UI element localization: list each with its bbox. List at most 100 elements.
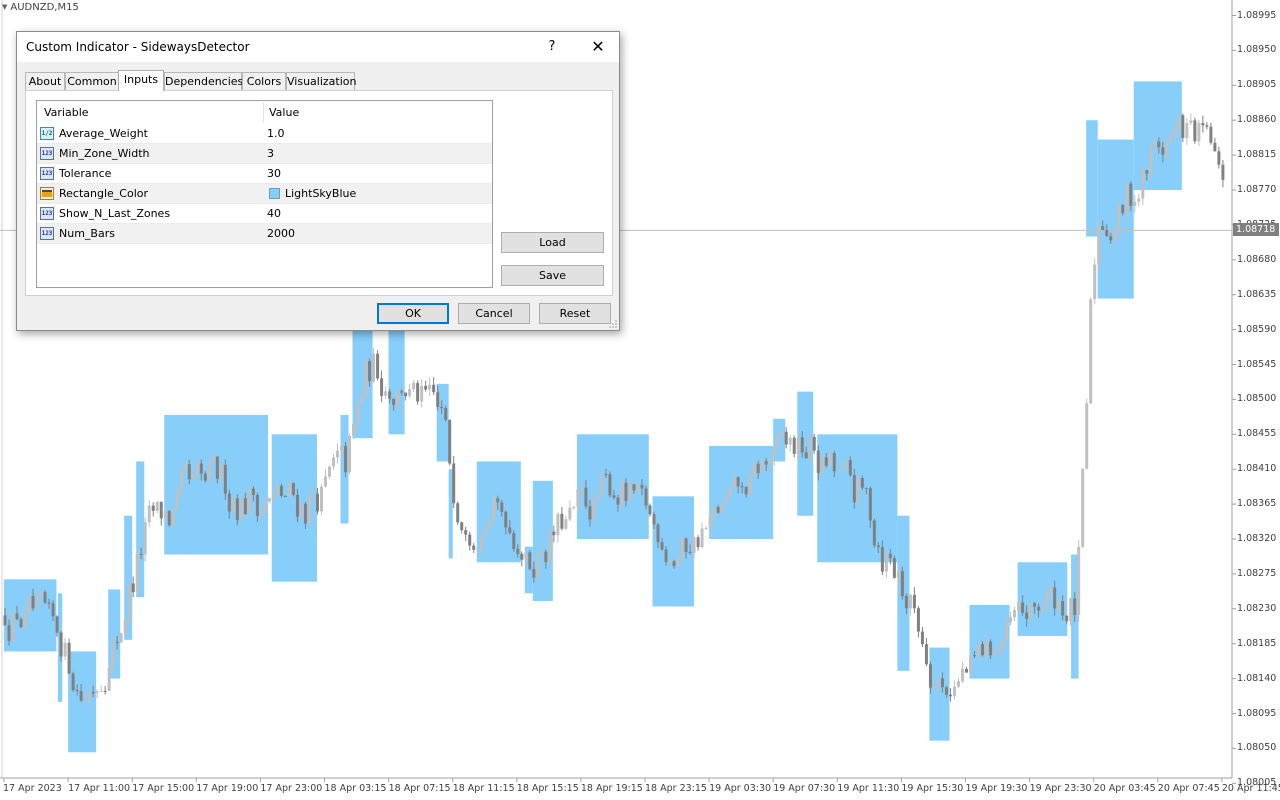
- input-row-average-weight[interactable]: 1/2 Average_Weight 1.0: [37, 124, 492, 144]
- candle-body-138: [556, 513, 560, 536]
- input-row-show-n-last-zones[interactable]: 123 Show_N_Last_Zones 40: [37, 204, 492, 224]
- save-button[interactable]: Save: [501, 265, 604, 286]
- reset-button[interactable]: Reset: [539, 303, 611, 324]
- candle-body-185: [744, 486, 748, 495]
- candle-body-242: [973, 655, 977, 657]
- input-row-min-zone-width[interactable]: 123 Min_Zone_Width 3: [37, 144, 492, 164]
- tab-visualization[interactable]: Visualization: [286, 72, 356, 90]
- candle-body-32: [131, 583, 135, 593]
- price-tick-label: 1.08770: [1237, 184, 1277, 195]
- candle-body-126: [508, 527, 512, 534]
- time-tick-label: 20 Apr 11:45: [1221, 783, 1280, 794]
- candle-body-205: [824, 457, 828, 466]
- collapse-arrow-icon[interactable]: ▼: [2, 3, 7, 11]
- candle-body-128: [516, 549, 520, 554]
- input-value[interactable]: 2000: [267, 224, 295, 244]
- candle-body-20: [83, 700, 87, 702]
- candle-body-243: [977, 644, 981, 656]
- load-button[interactable]: Load: [501, 232, 604, 253]
- resize-grip-icon[interactable]: [609, 320, 617, 328]
- candle-body-12: [51, 603, 55, 617]
- candle-body-86: [348, 435, 352, 473]
- candle-body-218: [876, 545, 880, 548]
- candle-body-226: [908, 594, 912, 609]
- dialog-titlebar[interactable]: Custom Indicator - SidewaysDetector ? ✕: [17, 32, 619, 62]
- candle-body-184: [740, 486, 744, 488]
- candle-body-250: [1005, 622, 1009, 641]
- candle-body-264: [1061, 601, 1065, 616]
- candle-body-8: [35, 595, 39, 609]
- variable-column-header[interactable]: Variable: [44, 101, 89, 124]
- help-button[interactable]: ?: [539, 36, 565, 58]
- candle-body-189: [760, 461, 764, 473]
- candle-body-59: [239, 498, 243, 521]
- sideways-zone-2: [68, 651, 97, 753]
- candle-body-141: [568, 507, 572, 520]
- candle-body-26: [107, 668, 111, 691]
- tab-inputs[interactable]: Inputs: [118, 70, 164, 91]
- input-row-rectangle-color[interactable]: Rectangle_Color LightSkyBlue: [37, 184, 492, 204]
- sideways-zone-28: [1097, 139, 1134, 299]
- candle-body-247: [993, 652, 997, 656]
- candle-body-165: [664, 549, 668, 562]
- candle-body-80: [324, 476, 327, 487]
- color-type-icon: [40, 187, 54, 200]
- input-value[interactable]: 3: [267, 144, 274, 164]
- candle-body-152: [612, 495, 616, 498]
- candle-body-241: [969, 655, 973, 673]
- price-tick-label: 1.08905: [1237, 79, 1277, 91]
- price-tick-label: 1.08815: [1237, 149, 1277, 161]
- price-tick-label: 1.08680: [1237, 253, 1277, 265]
- input-value[interactable]: 1.0: [267, 124, 285, 144]
- color-swatch[interactable]: [269, 188, 280, 199]
- candle-body-0: [3, 615, 7, 626]
- candle-body-140: [564, 519, 568, 529]
- candle-body-252: [1013, 610, 1017, 618]
- candle-body-249: [1001, 640, 1005, 649]
- candle-body-150: [604, 474, 608, 476]
- candle-body-157: [632, 484, 636, 491]
- value-column-header[interactable]: Value: [269, 101, 299, 124]
- candle-body-67: [271, 493, 275, 498]
- candle-body-210: [844, 460, 848, 466]
- price-tick-label: 1.08635: [1237, 288, 1277, 300]
- candle-body-201: [808, 436, 812, 459]
- candle-body-295: [1185, 123, 1189, 138]
- candle-body-168: [676, 558, 680, 566]
- candle-body-33: [135, 553, 139, 593]
- candle-body-192: [772, 446, 776, 459]
- input-row-tolerance[interactable]: 123 Tolerance 30: [37, 164, 492, 184]
- time-tick-label: 17 Apr 15:00: [132, 783, 195, 794]
- input-value[interactable]: 40: [267, 204, 281, 224]
- tab-dependencies[interactable]: Dependencies: [164, 72, 243, 90]
- tab-colors[interactable]: Colors: [242, 72, 286, 90]
- dialog-title: Custom Indicator - SidewaysDetector: [26, 40, 250, 54]
- close-icon[interactable]: ✕: [585, 36, 611, 58]
- candle-body-7: [31, 595, 35, 609]
- candle-body-225: [904, 596, 908, 609]
- candle-body-227: [912, 594, 916, 609]
- candle-body-180: [724, 495, 728, 504]
- candle-body-203: [816, 450, 820, 473]
- input-value[interactable]: LightSkyBlue: [285, 184, 356, 204]
- inputs-grid[interactable]: Variable Value 1/2 Average_Weight 1.0 12…: [36, 100, 493, 288]
- candle-body-219: [880, 547, 884, 572]
- price-tick-label: 1.08545: [1237, 358, 1277, 370]
- candle-body-48: [195, 463, 199, 475]
- candle-body-156: [628, 484, 632, 501]
- candle-body-18: [75, 690, 79, 692]
- candle-body-114: [460, 522, 464, 531]
- tab-about[interactable]: About: [25, 72, 65, 90]
- cancel-button[interactable]: Cancel: [458, 303, 530, 324]
- candle-body-293: [1177, 115, 1181, 129]
- tab-common[interactable]: Common: [65, 72, 119, 90]
- candle-body-258: [1037, 606, 1041, 611]
- candle-body-237: [952, 686, 956, 697]
- ok-button[interactable]: OK: [377, 303, 449, 324]
- candle-body-259: [1041, 607, 1045, 611]
- column-divider[interactable]: [263, 102, 264, 123]
- candle-body-119: [480, 534, 484, 550]
- input-row-num-bars[interactable]: 123 Num_Bars 2000: [37, 224, 492, 244]
- input-value[interactable]: 30: [267, 164, 281, 184]
- candle-body-162: [652, 514, 656, 525]
